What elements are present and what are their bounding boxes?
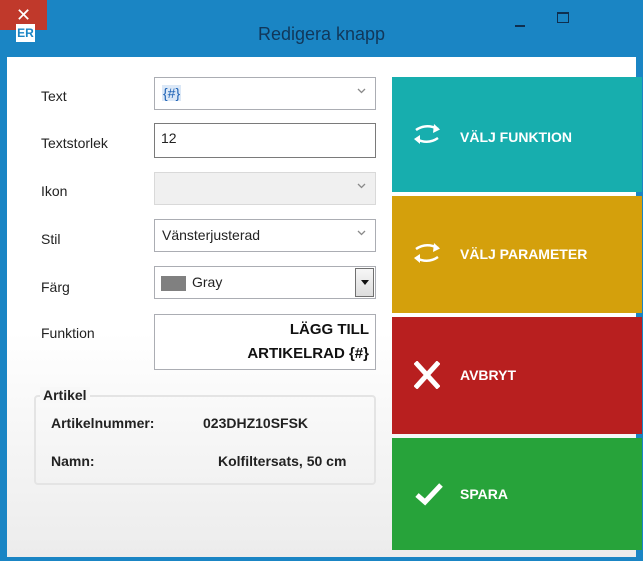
color-dropdown-button[interactable] — [355, 268, 374, 297]
color-label: Färg — [41, 279, 70, 295]
color-value: Gray — [192, 274, 223, 290]
dialog-content: Text {#} Textstorlek 12 Ikon Stil Vänste… — [7, 57, 642, 557]
icon-combobox[interactable] — [154, 172, 376, 205]
x-icon — [413, 360, 441, 392]
style-label: Stil — [41, 231, 61, 247]
chevron-down-icon — [357, 228, 366, 239]
function-line-2: ARTIKELRAD {#} — [247, 345, 369, 362]
text-label: Text — [41, 88, 67, 104]
article-name-value: Kolfiltersats, 50 cm — [218, 453, 347, 469]
save-label: SPARA — [460, 486, 508, 502]
color-picker[interactable]: Gray — [154, 266, 376, 299]
minimize-button[interactable] — [498, 10, 544, 40]
choose-function-label: VÄLJ FUNKTION — [460, 129, 572, 145]
choose-function-button[interactable]: VÄLJ FUNKTION — [392, 77, 642, 192]
article-number-value: 023DHZ10SFSK — [203, 415, 309, 431]
swap-arrows-icon — [410, 122, 444, 149]
text-combobox[interactable]: {#} — [154, 77, 376, 110]
function-line-1: LÄGG TILL — [289, 321, 369, 338]
choose-parameter-label: VÄLJ PARAMETER — [460, 246, 588, 262]
checkmark-icon — [414, 482, 444, 509]
icon-label: Ikon — [41, 183, 68, 199]
style-value: Vänsterjusterad — [162, 227, 261, 243]
cancel-button[interactable]: AVBRYT — [392, 317, 642, 434]
article-group-title: Artikel — [40, 387, 90, 403]
textsize-input[interactable]: 12 — [154, 123, 376, 158]
save-button[interactable]: SPARA — [392, 438, 642, 550]
chevron-down-icon — [357, 86, 366, 97]
function-label: Funktion — [41, 325, 95, 341]
color-swatch — [161, 276, 186, 291]
swap-arrows-icon — [410, 241, 444, 268]
chevron-down-icon — [357, 181, 366, 192]
text-value: {#} — [162, 85, 182, 101]
article-number-label: Artikelnummer: — [51, 415, 155, 431]
article-name-label: Namn: — [51, 453, 95, 469]
edit-button-dialog: ER Redigera knapp ✕ Text {#} Textstorlek… — [0, 0, 643, 561]
choose-parameter-button[interactable]: VÄLJ PARAMETER — [392, 196, 642, 313]
title-bar[interactable]: ER Redigera knapp ✕ — [0, 0, 643, 57]
maximize-button[interactable] — [540, 6, 586, 36]
article-group — [34, 395, 376, 485]
style-combobox[interactable]: Vänsterjusterad — [154, 219, 376, 252]
textsize-label: Textstorlek — [41, 135, 108, 151]
triangle-down-icon — [360, 280, 369, 285]
cancel-label: AVBRYT — [460, 367, 516, 383]
textsize-value: 12 — [161, 130, 177, 146]
function-display: LÄGG TILL ARTIKELRAD {#} — [154, 314, 376, 370]
